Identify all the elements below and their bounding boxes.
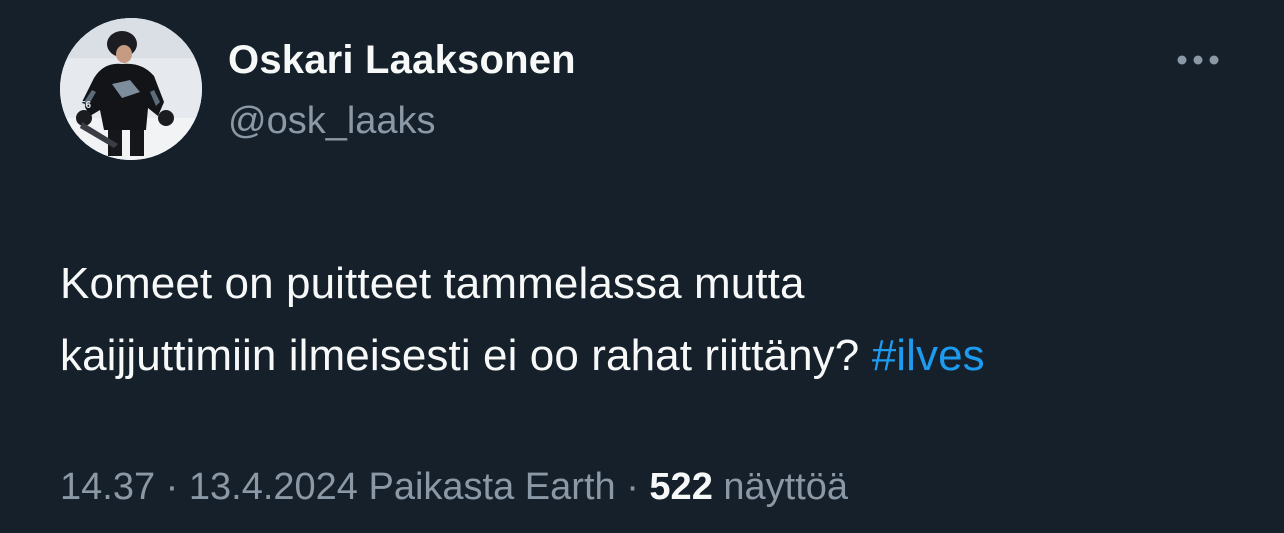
views-label: näyttöä (723, 466, 849, 508)
more-options-button[interactable] (1170, 46, 1226, 74)
meta-separator: · (626, 466, 639, 508)
tweet-time[interactable]: 14.37 (60, 466, 155, 508)
more-horizontal-icon (1177, 55, 1219, 65)
hockey-player-avatar-icon: 56 (60, 18, 202, 160)
tweet-date[interactable]: 13.4.2024 (189, 466, 358, 508)
author-handle[interactable]: @osk_laaks (228, 100, 436, 143)
tweet-text-line: kaijjuttimiin ilmeisesti ei oo rahat rii… (60, 320, 1240, 392)
tweet-metadata: 14.37 · 13.4.2024 Paikasta Earth · 522 n… (60, 466, 848, 509)
tweet-location: Paikasta Earth (368, 466, 616, 508)
hashtag-link[interactable]: #ilves (872, 331, 985, 380)
jersey-number: 56 (80, 100, 92, 111)
tweet-text-segment: kaijjuttimiin ilmeisesti ei oo rahat rii… (60, 331, 860, 380)
avatar[interactable]: 56 (60, 18, 202, 160)
tweet-text: Komeet on puitteet tammelassa mutta kaij… (60, 248, 1240, 392)
meta-separator: · (165, 466, 179, 508)
author-display-name[interactable]: Oskari Laaksonen (228, 38, 576, 83)
tweet-card: 56 Oskari Laaksonen @osk_laaks Komeet on… (0, 0, 1284, 533)
views-count[interactable]: 522 (649, 466, 712, 508)
tweet-text-line: Komeet on puitteet tammelassa mutta (60, 259, 805, 308)
